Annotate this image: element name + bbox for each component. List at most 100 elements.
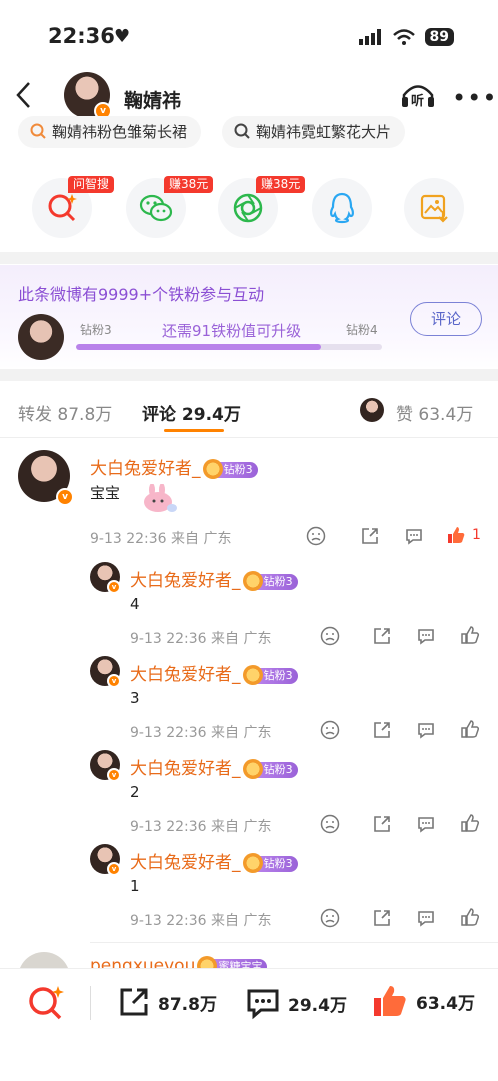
ai-search-icon [29,986,64,1020]
share-qq-button[interactable] [312,178,372,238]
comment-icon [247,989,279,1020]
frown-icon [320,720,340,740]
reply-text: 4 [130,595,140,613]
reply-button[interactable] [404,526,424,550]
fan-level-next: 钻粉4 [346,323,378,337]
share-reply-button[interactable] [372,814,392,838]
reply-header: 大白兔爱好者_ 钻粉3 [130,754,298,779]
comment-username[interactable]: 大白兔爱好者_ [90,459,201,479]
section-divider [0,369,498,381]
dislike-button[interactable] [320,814,340,838]
fan-progress-fill [76,344,321,350]
share-reply-button[interactable] [372,626,392,650]
reply-source: 来自 广东 [211,725,272,741]
comment-divider [90,942,498,943]
share-icon [374,628,390,644]
reply-username[interactable]: 大白兔爱好者_ [130,571,241,591]
reply-username[interactable]: 大白兔爱好者_ [130,759,241,779]
reply-text: 3 [130,689,140,707]
reply-button[interactable] [416,814,436,838]
like-reply-button[interactable] [460,907,480,931]
tab-comment[interactable]: 评论 29.4万 [142,400,241,425]
verified-icon: v [56,488,74,506]
dislike-button[interactable] [320,908,340,932]
like-button[interactable]: 1 [446,525,481,545]
like-count: 1 [472,527,481,543]
thumbs-up-icon [448,527,465,543]
tabs-divider [0,437,498,438]
like-reply-button[interactable] [460,719,480,743]
status-icons: 89 [358,28,454,46]
wechat-reward-tag: 赚38元 [164,176,214,193]
reply-button[interactable] [416,908,436,932]
heart-icon: ♥ [114,26,131,47]
reply-header: 大白兔爱好者_ 钻粉3 [130,848,298,873]
reply-username[interactable]: 大白兔爱好者_ [130,665,241,685]
reply-button[interactable] [416,626,436,650]
reply-source: 来自 广东 [211,913,272,929]
reply-button[interactable] [416,720,436,744]
search-suggestion-label: 鞠婧祎粉色雏菊长裙 [52,123,188,141]
fan-badge: 钻粉3 [242,758,298,779]
like-bottom-button[interactable]: 63.4万 [372,984,475,1018]
listen-button[interactable]: 听 [400,80,436,110]
share-icon [374,722,390,738]
repost-button[interactable]: 87.8万 [118,986,217,1018]
tab-repost[interactable]: 转发 87.8万 [18,400,112,425]
search-suggestion[interactable]: 鞠婧祎霓虹繁花大片 [222,116,406,148]
share-icon [374,910,390,926]
reply-time: 9-13 22:36 [130,631,207,647]
thumbs-up-icon [461,626,480,644]
thumbs-up-icon [374,986,406,1016]
fan-level-current: 钻粉3 [80,323,112,337]
share-reply-button[interactable] [372,908,392,932]
ai-search-button[interactable] [26,984,64,1026]
search-suggestion[interactable]: 鞠婧祎粉色雏菊长裙 [18,116,202,148]
bottom-divider [90,986,91,1020]
fan-interaction-title: 此条微博有9999+个铁粉参与互动 [18,285,265,304]
battery-level: 89 [424,28,454,46]
search-icon [234,123,250,139]
dislike-button[interactable] [320,720,340,744]
share-reply-button[interactable] [372,720,392,744]
share-icon [362,528,378,544]
like-count: 63.4万 [416,993,475,1014]
page-title[interactable]: 鞠婧祎 [124,86,181,113]
bunny-sticker-icon [144,484,177,512]
comment-time: 9-13 22:36 [90,531,167,547]
reply-time: 9-13 22:36 [130,725,207,741]
reply-text: 2 [130,783,140,801]
ai-search-tag: 问智搜 [68,176,115,193]
reply-time: 9-13 22:36 [130,913,207,929]
comment-text: 宝宝 [90,484,121,502]
back-icon[interactable] [14,80,34,110]
share-comment-button[interactable] [360,526,380,550]
like-reply-button[interactable] [460,625,480,649]
share-icon [374,816,390,832]
save-image-button[interactable] [404,178,464,238]
comment-icon [406,529,422,545]
comment-button[interactable]: 评论 [410,302,482,336]
reply-header: 大白兔爱好者_ 钻粉3 [130,660,298,685]
comment-icon [418,629,434,645]
like-reply-button[interactable] [460,813,480,837]
fan-upgrade-hint: 还需91铁粉值可升级 [162,322,302,340]
dislike-button[interactable] [306,526,326,550]
reply-username[interactable]: 大白兔爱好者_ [130,853,241,873]
fan-badge: 钻粉3 [242,852,298,873]
thumbs-up-icon [461,814,480,832]
frown-icon [320,908,340,928]
status-time: 22:36 [48,24,115,48]
fan-progress-bar [76,344,382,350]
comment-bottom-button[interactable]: 29.4万 [246,986,347,1020]
comment-icon [418,817,434,833]
more-icon[interactable]: ••• [452,84,497,112]
tab-like[interactable]: 赞 63.4万 [396,400,473,425]
comment-icon [418,723,434,739]
listen-label: 听 [411,94,425,109]
dislike-button[interactable] [320,626,340,650]
reply-time: 9-13 22:36 [130,819,207,835]
reply-source: 来自 广东 [211,631,272,647]
verified-icon: v [107,768,121,782]
repost-icon [120,988,148,1016]
